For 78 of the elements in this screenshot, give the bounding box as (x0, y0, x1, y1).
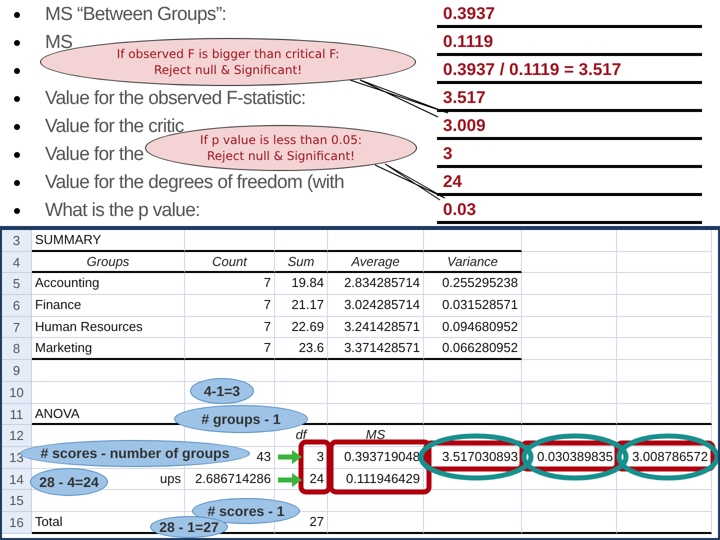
table-cell: MS (328, 425, 424, 447)
table-cell: 7 (185, 295, 275, 317)
table-cell: 2.686714286 (185, 468, 275, 490)
table-cell: 7 (185, 338, 275, 360)
table-cell: Groups (32, 252, 185, 274)
row-header: 9 (2, 360, 32, 382)
arrow (278, 473, 302, 487)
question-text: Value for the observed F-statistic: (45, 87, 306, 111)
row-header: 6 (2, 295, 32, 317)
row-header: 3 (2, 230, 32, 252)
table-cell: 23.6 (275, 338, 328, 360)
bullet-icon (14, 96, 20, 102)
leader-line (374, 164, 446, 200)
table-cell: 21.17 (275, 295, 328, 317)
bullet-icon (14, 68, 20, 74)
question-text: What is the p value: (45, 199, 200, 223)
table-cell: Marketing (32, 338, 185, 360)
answer-line: 24 (437, 170, 702, 196)
table-cell: 3.371428571 (328, 338, 424, 360)
bullet-icon (14, 124, 20, 130)
row-header: 11 (2, 404, 32, 426)
answer-line: 0.3937 / 0.1119 = 3.517 (437, 58, 702, 84)
table-cell: 3.241428571 (328, 316, 424, 338)
table-cell: Finance (32, 295, 185, 317)
table-cell: 0.094680952 (424, 316, 522, 338)
table-cell: 3.517030893 (424, 446, 522, 469)
table-cell: 22.69 (275, 316, 328, 338)
row-header: 8 (2, 338, 32, 360)
row-header: 15 (2, 490, 32, 512)
table-cell: 0.030389835 (522, 446, 617, 469)
row-header: 16 (2, 512, 32, 534)
table-cell: 3.008786572 (617, 446, 712, 469)
bullet-icon (14, 12, 20, 18)
speech-bubble: 28 - 1=27 (150, 516, 228, 538)
table-cell: SUMMARY (32, 230, 185, 252)
table-cell: 7 (185, 273, 275, 296)
bullet-icon (14, 40, 20, 46)
bullet-icon (14, 152, 20, 158)
question-text: MS (45, 31, 72, 55)
table-cell (275, 382, 328, 404)
table-cell: Accounting (32, 273, 185, 296)
table-cell (275, 230, 328, 252)
note-text: If observed F is bigger than critical F: Reject null & Significant! (116, 46, 340, 78)
speech-bubble: 4-1=3 (190, 378, 254, 404)
table-cell: 0.066280952 (424, 338, 522, 360)
answer-line: 3 (437, 142, 702, 168)
arrow (278, 450, 302, 464)
row-header: 12 (2, 425, 32, 447)
table-cell: Sum (275, 252, 328, 274)
row-header: 4 (2, 252, 32, 274)
row-header: 14 (2, 468, 32, 490)
question-text: Value for the critic (45, 115, 184, 139)
table-cell (275, 360, 328, 382)
answer-line: 3.009 (437, 114, 702, 140)
question-text: Value for the (45, 143, 144, 167)
table-cell: 0.031528571 (424, 295, 522, 317)
answer-line: 3.517 (437, 86, 702, 112)
answer-line: 0.1119 (437, 30, 702, 56)
bullet-icon (14, 208, 20, 214)
table-cell: 2.834285714 (328, 273, 424, 296)
question-text: Value for the degrees of freedom (with (45, 171, 344, 195)
table-cell: 7 (185, 316, 275, 338)
row-header: 10 (2, 382, 32, 404)
note-text: If p value is less than 0.05: Reject null & Significant! (200, 132, 362, 164)
table-cell: Average (328, 252, 424, 274)
table-cell: 0.255295238 (424, 273, 522, 296)
table-cell: 19.84 (275, 273, 328, 296)
table-cell: 3.024285714 (328, 295, 424, 317)
table-cell: Human Resources (32, 316, 185, 338)
bullet-icon (14, 180, 20, 186)
answer-line: 0.3937 (437, 2, 702, 28)
table-cell: Count (185, 252, 275, 274)
row-header: 7 (2, 316, 32, 338)
table-cell: 0.111946429 (328, 468, 424, 490)
question-text: MS “Between Groups”: (45, 3, 226, 27)
speech-bubble: 28 - 4=24 (30, 468, 108, 496)
row-header: 5 (2, 273, 32, 296)
table-cell: Variance (424, 252, 522, 274)
